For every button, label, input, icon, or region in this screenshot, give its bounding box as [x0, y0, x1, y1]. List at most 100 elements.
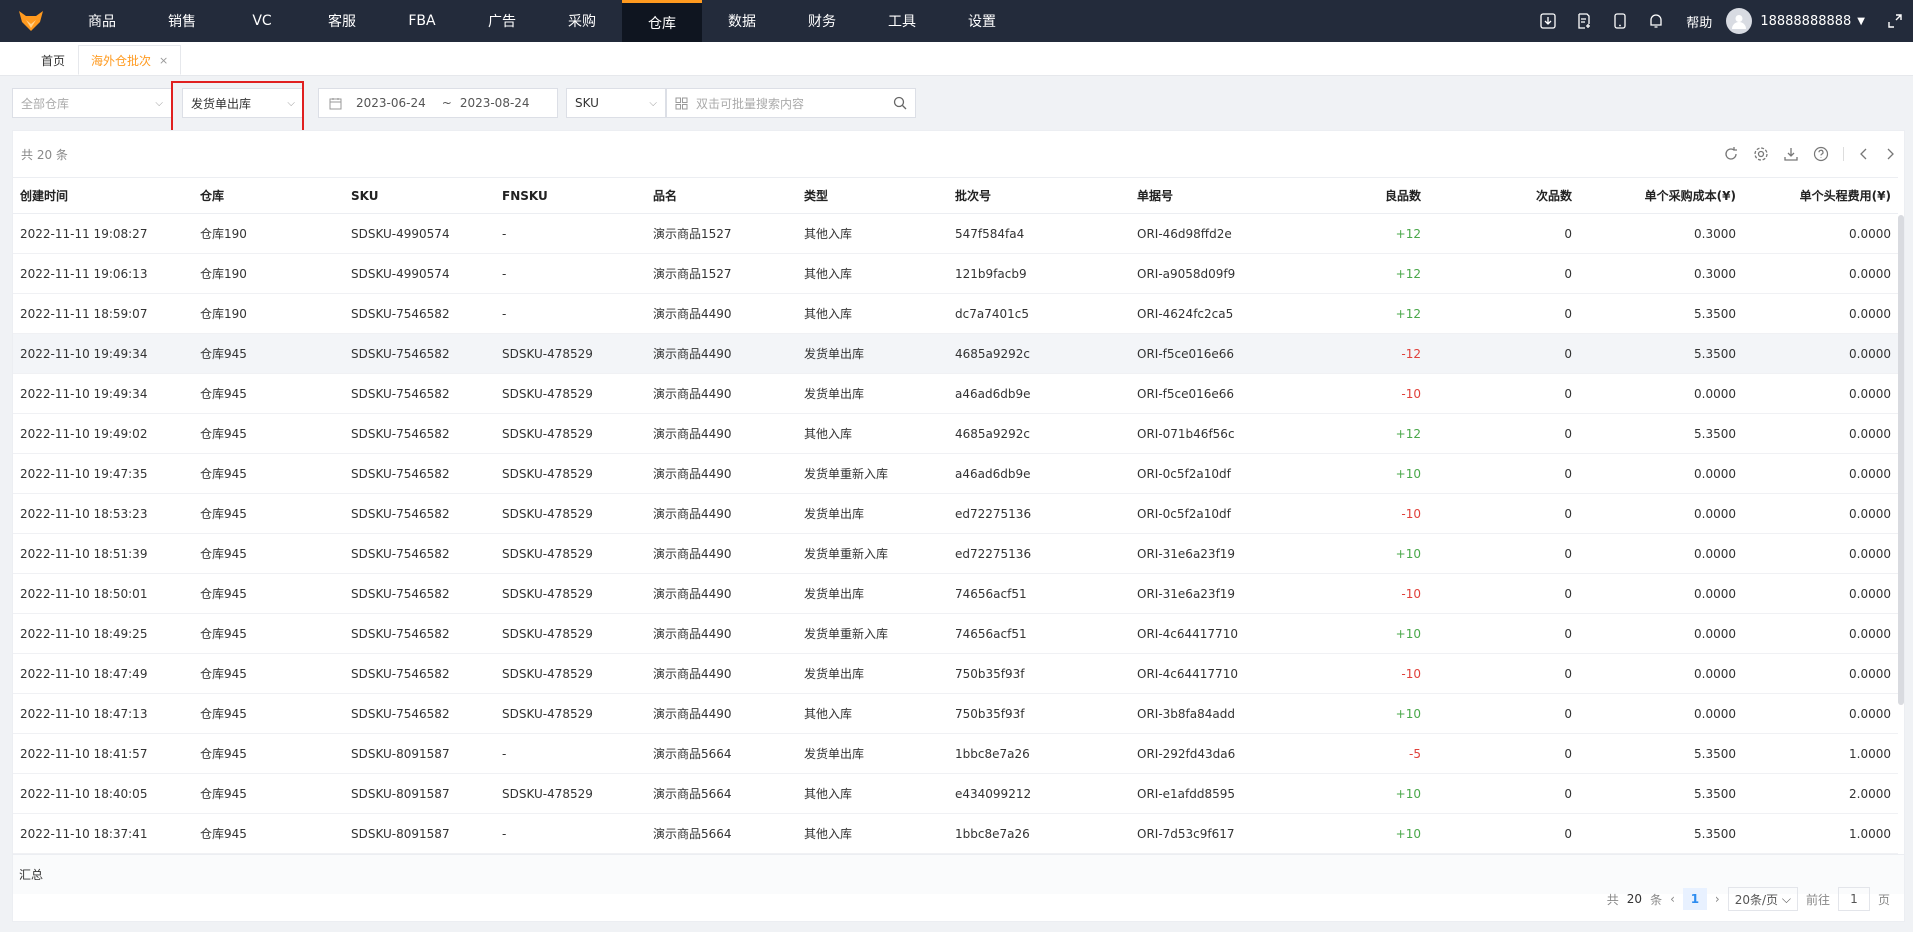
- table-row[interactable]: 2022-11-10 19:49:02 仓库945 SDSKU-7546582 SDS…: [13, 413, 1898, 454]
- column-header[interactable]: 创建时间: [13, 177, 193, 214]
- column-header[interactable]: 单个头程费用(¥): [1743, 177, 1898, 214]
- nav-item[interactable]: 设置: [942, 0, 1022, 42]
- caret-down-icon[interactable]: ▼: [1857, 16, 1865, 27]
- date-range-picker[interactable]: 2023-06-24 ~ 2023-08-24: [318, 88, 558, 118]
- nav-item[interactable]: 客服: [302, 0, 382, 42]
- table-cell: +10: [1280, 613, 1428, 654]
- table-row[interactable]: 2022-11-10 18:40:05 仓库945 SDSKU-8091587 SDS…: [13, 773, 1898, 814]
- table-row[interactable]: 2022-11-10 18:47:49 仓库945 SDSKU-7546582 SDS…: [13, 653, 1898, 694]
- table-cell: 4685a9292c: [948, 413, 1130, 454]
- prev-page-icon[interactable]: ‹: [1670, 892, 1675, 906]
- help-link[interactable]: 帮助: [1686, 12, 1712, 31]
- logo[interactable]: [0, 0, 62, 42]
- column-header[interactable]: SKU: [344, 177, 495, 214]
- table-cell: 750b35f93f: [948, 693, 1130, 734]
- nav-item[interactable]: VC: [222, 0, 302, 42]
- settings-icon[interactable]: [1753, 146, 1769, 162]
- refresh-icon[interactable]: [1723, 146, 1739, 162]
- table-cell: SDSKU-4990574: [344, 213, 495, 254]
- table-cell: SDSKU-478529: [495, 533, 646, 574]
- tab-home[interactable]: 首页: [28, 45, 78, 75]
- nav-item[interactable]: FBA: [382, 0, 462, 42]
- table-cell: 发货单出库: [797, 333, 948, 374]
- page-size-select[interactable]: 20条/页 ⌵: [1727, 887, 1798, 911]
- nav-item[interactable]: 销售: [142, 0, 222, 42]
- page-number-current[interactable]: 1: [1682, 888, 1707, 910]
- table-row[interactable]: 2022-11-10 19:49:34 仓库945 SDSKU-7546582 SDS…: [13, 333, 1898, 374]
- table-row[interactable]: 2022-11-11 18:59:07 仓库190 SDSKU-7546582- 演示…: [13, 293, 1898, 334]
- table-row[interactable]: 2022-11-10 19:49:34 仓库945 SDSKU-7546582 SDS…: [13, 373, 1898, 414]
- export-icon[interactable]: [1783, 146, 1799, 162]
- table-cell: 0: [1428, 413, 1579, 454]
- table-cell: +10: [1280, 773, 1428, 814]
- table-row[interactable]: 2022-11-10 19:47:35 仓库945 SDSKU-7546582 SDS…: [13, 453, 1898, 494]
- table-row[interactable]: 2022-11-10 18:53:23 仓库945 SDSKU-7546582 SDS…: [13, 493, 1898, 534]
- table-row[interactable]: 2022-11-10 18:49:25 仓库945 SDSKU-7546582 SDS…: [13, 613, 1898, 654]
- table-cell: 0.0000: [1743, 573, 1898, 614]
- column-header[interactable]: 类型: [797, 177, 948, 214]
- column-header[interactable]: 次品数: [1428, 177, 1579, 214]
- date-start: 2023-06-24: [356, 96, 426, 110]
- table-cell: 演示商品4490: [646, 533, 797, 574]
- mobile-icon[interactable]: [1602, 0, 1638, 42]
- table-cell: 演示商品1527: [646, 253, 797, 294]
- table-cell: 1bbc8e7a26: [948, 733, 1130, 774]
- nav-item[interactable]: 数据: [702, 0, 782, 42]
- nav-item[interactable]: 工具: [862, 0, 942, 42]
- table-cell: 演示商品1527: [646, 213, 797, 254]
- download-icon[interactable]: [1530, 0, 1566, 42]
- table-cell: 其他入库: [797, 813, 948, 854]
- table-cell: 5.3500: [1579, 773, 1743, 814]
- column-header[interactable]: 单据号: [1130, 177, 1280, 214]
- close-icon[interactable]: ×: [159, 54, 168, 67]
- column-header[interactable]: 良品数: [1280, 177, 1428, 214]
- table-cell: ORI-7d53c9f617: [1130, 813, 1280, 854]
- fullscreen-icon[interactable]: [1877, 0, 1913, 42]
- column-header[interactable]: 品名: [646, 177, 797, 214]
- tab-overseas-batch[interactable]: 海外仓批次 ×: [78, 45, 182, 75]
- avatar[interactable]: [1726, 8, 1753, 34]
- help-icon[interactable]: [1813, 146, 1829, 162]
- goto-label: 前往: [1805, 892, 1830, 907]
- warehouse-select[interactable]: 全部仓库 ⌵: [12, 88, 172, 118]
- table-scrollbar[interactable]: [1898, 215, 1904, 705]
- chevron-left-icon[interactable]: [1858, 146, 1870, 162]
- bell-icon[interactable]: [1638, 0, 1674, 42]
- table-row[interactable]: 2022-11-11 19:08:27 仓库190 SDSKU-4990574- 演示…: [13, 213, 1898, 254]
- search-field-select[interactable]: SKU ⌵: [566, 88, 666, 118]
- table-cell: 0: [1428, 533, 1579, 574]
- next-page-icon[interactable]: ›: [1715, 892, 1720, 906]
- nav-item[interactable]: 采购: [542, 0, 622, 42]
- table-row[interactable]: 2022-11-10 18:37:41 仓库945 SDSKU-8091587- 演示…: [13, 813, 1898, 854]
- chevron-right-icon[interactable]: [1884, 146, 1896, 162]
- table-row[interactable]: 2022-11-10 18:50:01 仓库945 SDSKU-7546582 SDS…: [13, 573, 1898, 614]
- table-row[interactable]: 2022-11-11 19:06:13 仓库190 SDSKU-4990574- 演示…: [13, 253, 1898, 294]
- goto-input[interactable]: 1: [1837, 887, 1870, 911]
- table-cell: 0.0000: [1743, 453, 1898, 494]
- nav-item[interactable]: 仓库: [622, 0, 702, 42]
- user-name[interactable]: 18888888888: [1760, 14, 1851, 29]
- table-cell: 74656acf51: [948, 613, 1130, 654]
- column-header[interactable]: FNSKU: [495, 177, 646, 214]
- nav-item[interactable]: 财务: [782, 0, 862, 42]
- page-tabs: 首页 海外仓批次 ×: [0, 42, 1913, 76]
- table-row[interactable]: 2022-11-10 18:41:57 仓库945 SDSKU-8091587- 演示…: [13, 733, 1898, 774]
- search-input[interactable]: 双击可批量搜索内容: [666, 88, 916, 118]
- table-cell: a46ad6db9e: [948, 453, 1130, 494]
- nav-item[interactable]: 商品: [62, 0, 142, 42]
- column-header[interactable]: 仓库: [193, 177, 344, 214]
- table-cell: SDSKU-7546582: [344, 373, 495, 414]
- column-header[interactable]: 批次号: [948, 177, 1130, 214]
- table-row[interactable]: 2022-11-10 18:51:39 仓库945 SDSKU-7546582 SDS…: [13, 533, 1898, 574]
- column-header[interactable]: 单个采购成本(¥): [1579, 177, 1743, 214]
- nav-item[interactable]: 广告: [462, 0, 542, 42]
- table-cell: 0.0000: [1579, 493, 1743, 534]
- document-add-icon[interactable]: [1566, 0, 1602, 42]
- fox-logo-icon: [19, 11, 43, 31]
- table-cell: 仓库945: [193, 613, 344, 654]
- table-row[interactable]: 2022-11-10 18:47:13 仓库945 SDSKU-7546582 SDS…: [13, 693, 1898, 734]
- table-cell: ORI-4c64417710: [1130, 653, 1280, 694]
- table-cell: SDSKU-7546582: [344, 333, 495, 374]
- table-cell: 0: [1428, 733, 1579, 774]
- search-icon[interactable]: [893, 96, 907, 110]
